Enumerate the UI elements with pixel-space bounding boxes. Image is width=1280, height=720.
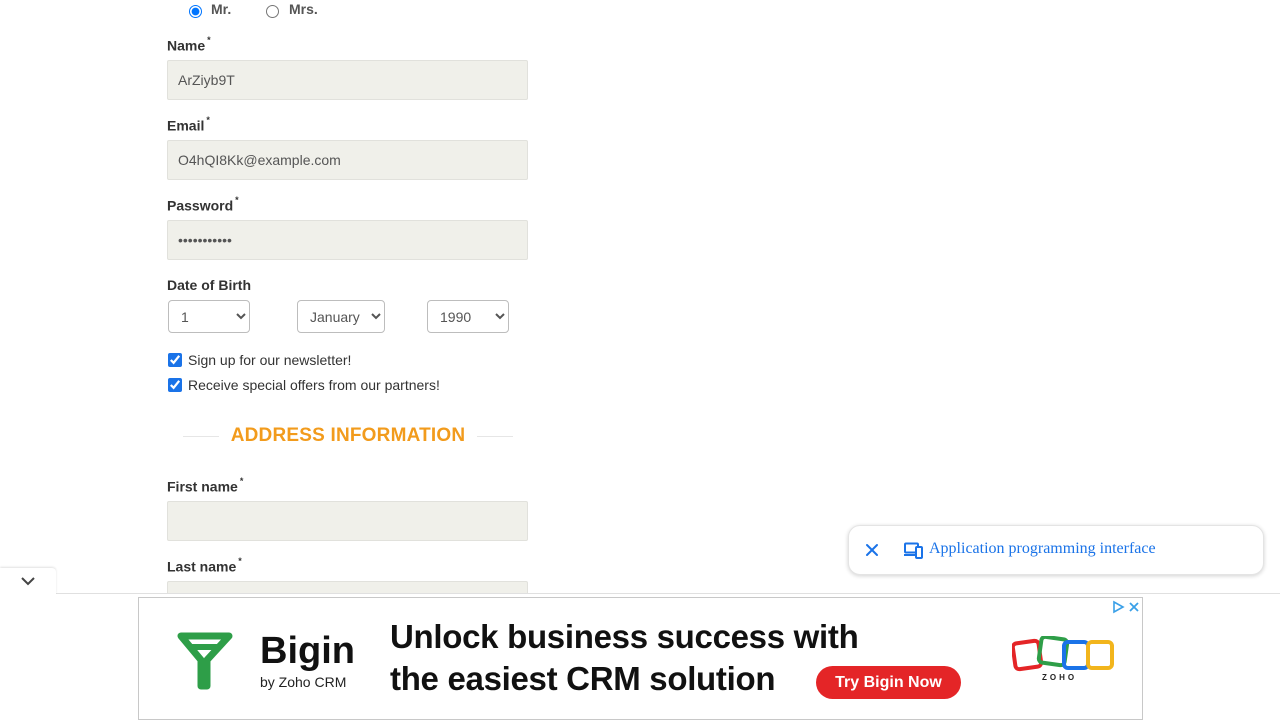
popup-link-text[interactable]: Application programming interface [929,540,1156,558]
dob-day-select[interactable]: 1 [168,300,250,333]
address-section-title: ADDRESS INFORMATION [230,425,466,446]
ad-headline-1: Unlock business success with [390,618,859,655]
email-label: Email * [167,115,210,134]
newsletter-checkbox-row[interactable]: Sign up for our newsletter! [167,350,351,370]
ad-brand-name: Bigin [260,630,355,672]
password-label-text: Password [167,197,234,214]
chevron-down-icon [21,577,35,586]
first-name-label-text: First name [167,478,238,495]
zoho-logo-icon [1012,636,1114,672]
password-label: Password * [167,195,239,214]
devices-icon [904,542,923,559]
ad-cta-button[interactable]: Try Bigin Now [816,666,961,699]
name-label-text: Name [167,37,206,54]
ad-banner[interactable]: Bigin by Zoho CRM Unlock business succes… [138,597,1143,720]
radio-mrs-label: Mrs. [289,1,318,17]
offers-label: Receive special offers from our partners… [188,377,440,393]
offers-checkbox[interactable] [168,378,182,392]
last-name-label: Last name * [167,556,242,575]
last-name-required-mark: * [238,556,242,566]
adchoices-icon[interactable] [1111,600,1125,614]
radio-mr-input[interactable] [189,5,202,18]
email-input[interactable] [167,140,528,180]
definition-popup: Application programming interface [848,525,1264,575]
password-required-mark: * [235,195,239,205]
newsletter-label: Sign up for our newsletter! [188,352,352,368]
heading-rule-right [477,435,513,437]
password-input[interactable] [167,220,528,260]
ad-brand-sub: by Zoho CRM [260,674,347,690]
radio-mrs-input[interactable] [266,5,279,18]
bigin-logo-icon [177,632,233,690]
close-icon[interactable] [863,541,881,559]
heading-rule-left [183,435,219,437]
email-label-text: Email [167,117,205,134]
close-icon[interactable] [1127,600,1141,614]
last-name-label-text: Last name [167,558,237,575]
name-required-mark: * [207,35,211,45]
first-name-input[interactable] [167,501,528,541]
zoho-logo-text: ZOHO [1042,673,1078,682]
first-name-label: First name * [167,476,244,495]
dob-month-select[interactable]: January [297,300,385,333]
offers-checkbox-row[interactable]: Receive special offers from our partners… [167,375,440,395]
dob-label: Date of Birth [167,277,251,293]
address-section-heading: ADDRESS INFORMATION [183,424,513,448]
name-input[interactable] [167,60,528,100]
newsletter-checkbox[interactable] [168,353,182,367]
email-required-mark: * [206,115,210,125]
collapse-ad-tab[interactable] [0,568,56,594]
radio-mr-label: Mr. [211,1,232,17]
ad-headline-2: the easiest CRM solution [390,660,776,697]
first-name-required-mark: * [239,476,244,486]
name-label: Name * [167,35,211,54]
dob-year-select[interactable]: 1990 [427,300,509,333]
